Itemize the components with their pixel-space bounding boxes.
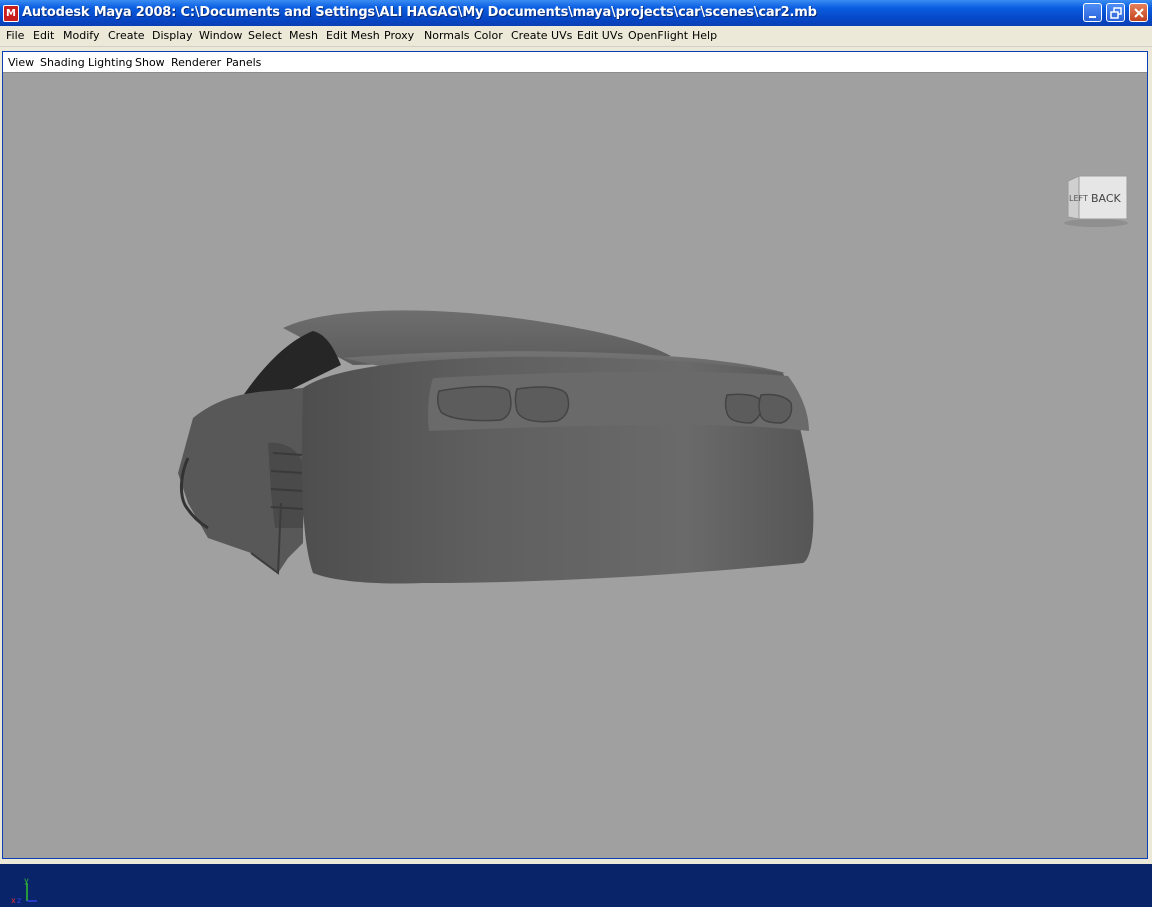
panel-menu-renderer[interactable]: Renderer [171,56,221,69]
minimize-icon [1089,16,1096,18]
maya-app-icon[interactable]: M [3,5,19,22]
restore-button[interactable] [1106,3,1125,22]
close-button[interactable] [1129,3,1148,22]
viewcube-back-label: BACK [1091,192,1122,205]
menu-create-uvs[interactable]: Create UVs [511,29,572,42]
panel-menu-show[interactable]: Show [135,56,165,69]
window-title: Autodesk Maya 2008: C:\Documents and Set… [22,5,817,20]
menu-display[interactable]: Display [152,29,193,42]
menu-help[interactable]: Help [692,29,717,42]
axis-x-label: x [11,896,16,905]
menu-window[interactable]: Window [199,29,242,42]
axis-z-label: z [17,896,21,905]
menu-color[interactable]: Color [474,29,503,42]
menu-proxy[interactable]: Proxy [384,29,414,42]
menu-normals[interactable]: Normals [424,29,470,42]
viewcube-left-label: LEFT [1069,194,1088,203]
minimize-button[interactable] [1083,3,1102,22]
title-bar[interactable]: M Autodesk Maya 2008: C:\Documents and S… [0,0,1152,26]
close-icon [1134,8,1144,18]
axis-indicator: y x z [11,877,37,905]
menu-mesh[interactable]: Mesh [289,29,318,42]
car-model[interactable] [3,73,1147,858]
main-menu-bar: File Edit Modify Create Display Window S… [0,26,1152,47]
menu-edit-uvs[interactable]: Edit UVs [577,29,623,42]
menu-edit[interactable]: Edit [33,29,54,42]
menu-edit-mesh[interactable]: Edit Mesh [326,29,380,42]
menu-modify[interactable]: Modify [63,29,99,42]
panel-menu-view[interactable]: View [8,56,34,69]
viewcube[interactable]: LEFT BACK [1063,173,1133,229]
panel-menu-shading[interactable]: Shading [40,56,85,69]
panel-menu-bar: View Shading Lighting Show Renderer Pane… [3,52,1147,73]
menu-openflight[interactable]: OpenFlight [628,29,688,42]
panel-menu-panels[interactable]: Panels [226,56,261,69]
menu-create[interactable]: Create [108,29,145,42]
restore-icon [1110,7,1122,19]
perspective-viewport[interactable]: LEFT BACK y x z [3,73,1147,905]
menu-select[interactable]: Select [248,29,282,42]
menu-file[interactable]: File [6,29,24,42]
panel-menu-lighting[interactable]: Lighting [88,56,132,69]
axis-y-label: y [24,877,29,885]
